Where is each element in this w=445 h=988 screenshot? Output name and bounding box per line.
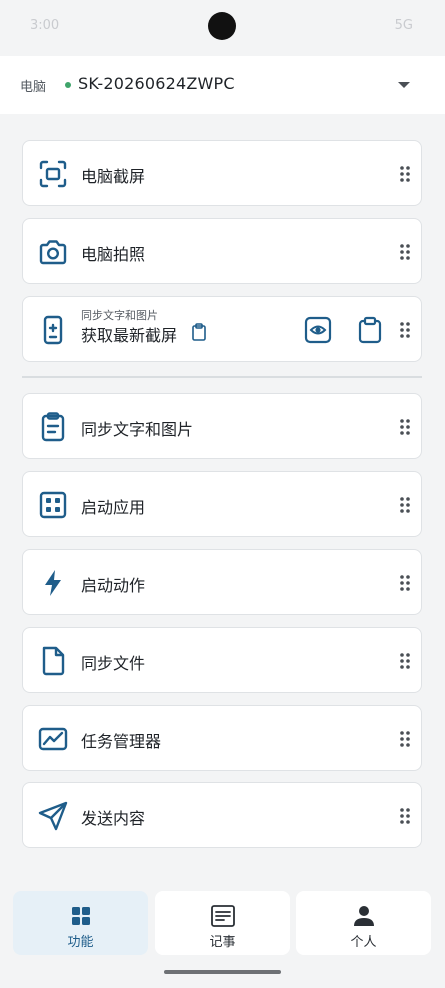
status-time: 3:00 bbox=[30, 18, 60, 33]
device-name: SK-20260624ZWPC bbox=[78, 74, 235, 93]
card-label: 发送内容 bbox=[81, 809, 146, 828]
nav-label: 功能 bbox=[67, 935, 94, 950]
drag-handle-icon[interactable] bbox=[399, 418, 411, 436]
clipboard-small-icon bbox=[192, 323, 206, 341]
card-launch-app[interactable]: 启动应用 bbox=[22, 471, 422, 537]
status-bar: 3:00 5G bbox=[0, 0, 445, 54]
notes-icon bbox=[211, 905, 235, 927]
online-status-dot bbox=[65, 82, 71, 88]
card-launch-action[interactable]: 启动动作 bbox=[22, 549, 422, 615]
card-task-manager[interactable]: 任务管理器 bbox=[22, 705, 422, 771]
drag-handle-icon[interactable] bbox=[399, 165, 411, 183]
nav-tab-features[interactable]: 功能 bbox=[13, 891, 148, 955]
card-label: 启动应用 bbox=[81, 498, 146, 517]
dropdown-caret-icon[interactable] bbox=[398, 82, 410, 88]
card-sync-text-images[interactable]: 同步文字和图片 bbox=[22, 393, 422, 459]
nav-label: 记事 bbox=[209, 935, 236, 950]
clipboard-copy-icon[interactable] bbox=[356, 316, 384, 344]
front-camera bbox=[208, 12, 236, 40]
drag-handle-icon[interactable] bbox=[399, 496, 411, 514]
card-pc-screenshot[interactable]: 电脑截屏 bbox=[22, 140, 422, 206]
card-label: 获取最新截屏 bbox=[81, 326, 178, 345]
bottom-nav: 功能 记事 个人 bbox=[0, 882, 445, 962]
device-selector[interactable]: 电脑 SK-20260624ZWPC bbox=[0, 56, 445, 114]
card-pc-camera[interactable]: 电脑拍照 bbox=[22, 218, 422, 284]
card-label: 启动动作 bbox=[81, 576, 146, 595]
card-label: 同步文字和图片 bbox=[81, 420, 194, 439]
screenshot-frame-icon bbox=[39, 160, 67, 188]
card-latest-screenshot[interactable]: 同步文字和图片 获取最新截屏 bbox=[22, 296, 422, 362]
device-label: 电脑 bbox=[20, 80, 47, 95]
nav-tab-notes[interactable]: 记事 bbox=[155, 891, 290, 955]
home-indicator[interactable] bbox=[164, 970, 281, 974]
nav-label: 个人 bbox=[350, 935, 377, 950]
apps-grid-icon bbox=[72, 907, 90, 925]
camera-icon bbox=[39, 240, 67, 265]
card-send-content[interactable]: 发送内容 bbox=[22, 782, 422, 848]
clipboard-icon bbox=[41, 412, 65, 442]
send-icon bbox=[38, 801, 68, 831]
card-sync-files[interactable]: 同步文件 bbox=[22, 627, 422, 693]
drag-handle-icon[interactable] bbox=[399, 321, 411, 339]
apps-grid-icon bbox=[39, 491, 67, 519]
card-sublabel: 同步文字和图片 bbox=[81, 309, 158, 322]
drag-handle-icon[interactable] bbox=[399, 652, 411, 670]
file-icon bbox=[42, 646, 65, 676]
preview-eye-icon[interactable] bbox=[304, 316, 332, 344]
status-indicators: 5G bbox=[394, 18, 413, 33]
card-label: 电脑拍照 bbox=[81, 245, 146, 264]
person-icon bbox=[354, 906, 374, 926]
chart-line-icon bbox=[38, 727, 68, 751]
drag-handle-icon[interactable] bbox=[399, 730, 411, 748]
card-label: 任务管理器 bbox=[81, 732, 162, 751]
drag-handle-icon[interactable] bbox=[399, 807, 411, 825]
drag-handle-icon[interactable] bbox=[399, 574, 411, 592]
phone-screenshot-icon bbox=[43, 315, 63, 345]
drag-handle-icon[interactable] bbox=[399, 243, 411, 261]
card-label: 同步文件 bbox=[81, 654, 146, 673]
lightning-icon bbox=[45, 570, 61, 596]
section-divider bbox=[22, 376, 422, 378]
card-label: 电脑截屏 bbox=[81, 167, 146, 186]
nav-tab-profile[interactable]: 个人 bbox=[296, 891, 431, 955]
